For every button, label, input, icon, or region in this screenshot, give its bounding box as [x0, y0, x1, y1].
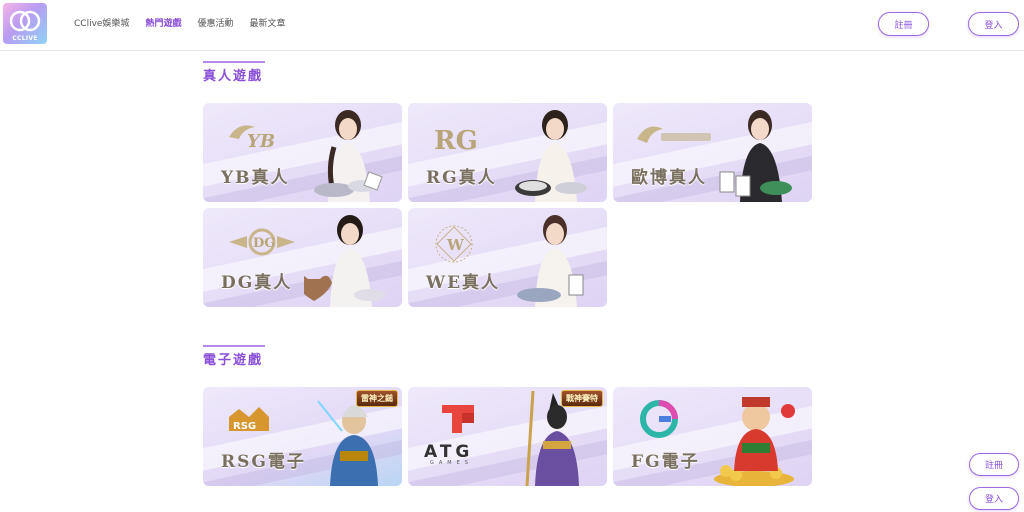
chips-decor-icon: [517, 274, 584, 302]
card-label: RSG電子: [221, 452, 306, 472]
section-title-slots: 電子遊戲: [203, 345, 266, 368]
fg-brand-icon: [640, 400, 678, 438]
cards-decor-icon: [719, 171, 792, 197]
card-label: FG電子: [631, 452, 700, 472]
heart-decor-icon: [304, 275, 386, 301]
top-header: CCLIVE CClive娛樂城 熱門遊戲 優惠活動 最新文章 註冊 登入: [0, 0, 1024, 51]
main-nav: CClive娛樂城 熱門遊戲 優惠活動 最新文章: [74, 16, 285, 29]
game-card-we[interactable]: W WE真人: [408, 208, 607, 307]
nav-item-promotions[interactable]: 優惠活動: [197, 16, 233, 29]
cclive-logo[interactable]: CCLIVE: [3, 3, 47, 44]
game-badge: 戰神賽特: [561, 390, 603, 407]
game-card-dg[interactable]: DG DG真人: [203, 208, 402, 307]
svg-text:RG: RG: [434, 126, 478, 156]
allbet-brand-icon: [637, 126, 711, 143]
card-label: RG真人: [426, 168, 497, 188]
card-label: YB真人: [221, 168, 290, 188]
card-label: 歐博真人: [631, 168, 707, 188]
game-card-rsg[interactable]: RSG 雷神之鎚 RSG電子: [203, 387, 402, 486]
rg-brand-icon: RG: [434, 126, 478, 156]
rsg-brand-icon: RSG: [229, 407, 269, 432]
dg-brand-icon: DG: [229, 228, 295, 256]
nav-item-articles[interactable]: 最新文章: [249, 16, 285, 29]
chips-decor-icon: [314, 171, 383, 197]
game-card-rg[interactable]: RG RG真人: [408, 103, 607, 202]
game-card-allbet[interactable]: 歐博真人: [613, 103, 812, 202]
chips-decor-icon: [515, 180, 587, 196]
card-label: WE真人: [426, 273, 501, 293]
fortune-god-icon: [714, 397, 795, 486]
atg-brand-text: ATG: [424, 442, 474, 462]
game-card-atg[interactable]: ATG GAMES 戰神賽特: [408, 387, 607, 486]
logo-text: CCLIVE: [12, 35, 38, 42]
svg-text:DG: DG: [253, 236, 275, 251]
svg-text:YB: YB: [247, 131, 275, 152]
nav-item-cclive[interactable]: CClive娛樂城: [74, 16, 129, 29]
floating-login-button[interactable]: 登入: [969, 487, 1019, 510]
game-card-fg[interactable]: FG電子: [613, 387, 812, 486]
we-brand-icon: W: [435, 225, 473, 263]
atg-brand-subtext: GAMES: [430, 460, 473, 466]
section-title-live: 真人遊戲: [203, 61, 266, 84]
yb-brand-icon: YB: [229, 125, 275, 152]
floating-register-button[interactable]: 註冊: [969, 453, 1019, 476]
register-button[interactable]: 註冊: [878, 12, 929, 36]
game-card-yb[interactable]: YB YB真人: [203, 103, 402, 202]
login-button[interactable]: 登入: [968, 12, 1019, 36]
nav-item-hot-games[interactable]: 熱門遊戲: [145, 16, 181, 29]
svg-text:RSG: RSG: [233, 421, 256, 432]
card-label: DG真人: [221, 273, 293, 293]
game-badge: 雷神之鎚: [356, 390, 398, 407]
svg-text:W: W: [446, 236, 465, 254]
atg-brand-icon: [442, 405, 474, 433]
